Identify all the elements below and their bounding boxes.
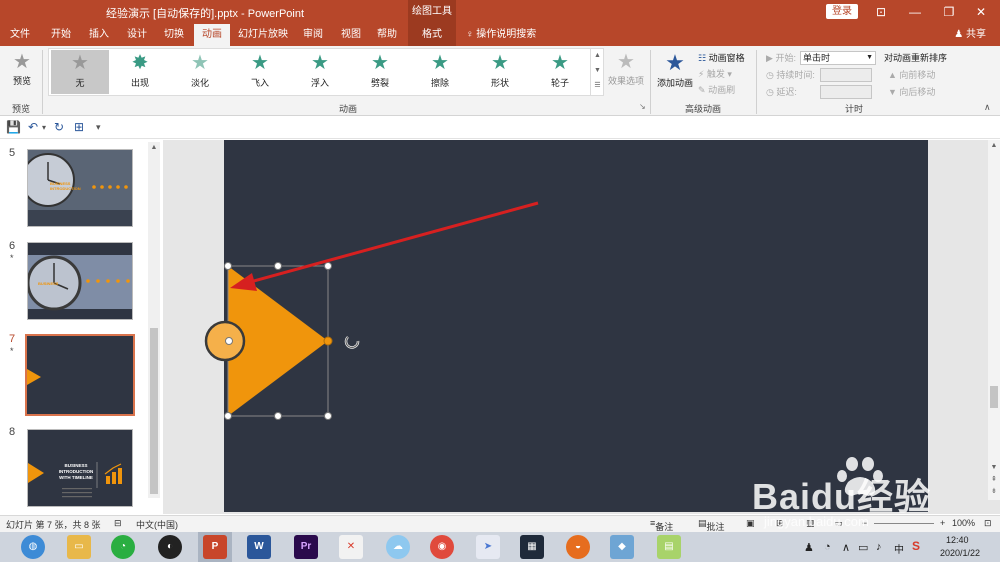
network-icon[interactable]: ▭ <box>858 541 868 554</box>
watermark-url: jingyan.baidu.com <box>764 514 869 529</box>
app-icon[interactable]: ◒ <box>566 535 590 559</box>
resize-handle[interactable] <box>225 337 233 345</box>
notes-button[interactable]: ≡ 备注 <box>650 518 673 532</box>
tray-qq-icon[interactable]: ♟ <box>804 541 814 554</box>
resize-handle[interactable] <box>274 262 282 270</box>
watermark-brand: Baidu经验 <box>752 476 932 517</box>
sogou-icon[interactable]: S <box>912 539 920 553</box>
resize-handle[interactable] <box>224 262 232 270</box>
comments-button[interactable]: ▤ 批注 <box>698 518 725 532</box>
show-hidden-icons[interactable]: ∧ <box>842 541 850 554</box>
wps-icon[interactable]: ✕ <box>339 535 363 559</box>
app-icon[interactable]: ▤ <box>657 535 681 559</box>
scroll-thumb[interactable] <box>990 386 998 408</box>
fit-to-window-icon[interactable]: ⊡ <box>984 518 992 529</box>
qq-icon[interactable]: ◐ <box>158 535 182 559</box>
cloud-app-icon[interactable]: ☁ <box>386 535 410 559</box>
rotate-handle-icon[interactable] <box>344 336 360 349</box>
powerpoint-icon[interactable]: P <box>203 535 227 559</box>
slide-counter: 幻灯片 第 7 张，共 8 张 <box>6 520 101 530</box>
feishu-icon[interactable]: ➤ <box>476 535 500 559</box>
start-button[interactable]: ◍ <box>21 535 45 559</box>
watermark: Baidu经验 jingyan.baidu.com <box>752 452 982 532</box>
language-indicator[interactable]: 中文(中国) <box>136 518 178 531</box>
resize-handle[interactable] <box>224 412 232 420</box>
volume-icon[interactable]: ♪ <box>876 541 882 553</box>
annotation-arrow <box>249 201 539 284</box>
editor-scrollbar[interactable]: ▲ ▼ ⇞ ⇟ <box>988 140 1000 500</box>
file-explorer-icon[interactable]: ▭ <box>67 535 91 559</box>
next-slide-icon[interactable]: ⇟ <box>988 486 1000 498</box>
previous-slide-icon[interactable]: ⇞ <box>988 474 1000 486</box>
video-editor-icon[interactable]: ▦ <box>520 535 544 559</box>
scroll-down-icon[interactable]: ▼ <box>988 462 1000 474</box>
clock-time[interactable]: 12:40 <box>946 535 969 545</box>
scroll-up-icon[interactable]: ▲ <box>988 140 1000 152</box>
premiere-icon[interactable]: Pr <box>294 535 318 559</box>
wechat-icon[interactable]: ◔ <box>111 535 135 559</box>
resize-handle[interactable] <box>324 262 332 270</box>
app-icon[interactable]: ◆ <box>610 535 634 559</box>
word-icon[interactable]: W <box>247 535 271 559</box>
ime-icon[interactable]: 中 <box>894 541 904 556</box>
spellcheck-icon[interactable]: ⊟ <box>114 518 122 529</box>
clock-date[interactable]: 2020/1/22 <box>940 548 980 558</box>
taskbar: ◍ ▭ ◔ ◐ P W Pr ✕ ☁ ◉ ➤ ▦ ◒ ◆ ▤ ♟ ◔ ∧ ▭ ♪… <box>0 532 1000 562</box>
tray-wechat-icon[interactable]: ◔ <box>824 541 831 553</box>
adjust-handle[interactable] <box>323 336 333 346</box>
resize-handle[interactable] <box>324 412 332 420</box>
chrome-icon[interactable]: ◉ <box>430 535 454 559</box>
resize-handle[interactable] <box>274 412 282 420</box>
